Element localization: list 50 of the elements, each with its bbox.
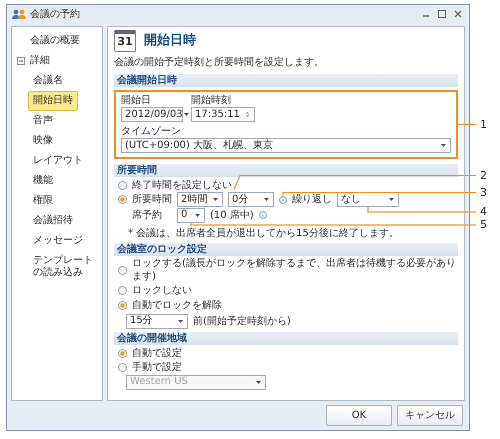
timezone-field[interactable]: (UTC+09:00) 大阪、札幌、東京 (121, 138, 451, 153)
calendar-icon: 31 (114, 30, 136, 52)
field-label: 開始時刻 (191, 94, 232, 107)
radio-label[interactable]: 自動で設定 (132, 346, 182, 360)
sidebar-item[interactable]: テンプレートの読み込み (28, 251, 100, 283)
section-header: 所要時間 (114, 164, 458, 177)
description: 会議の開始予定時刻と所要時間を設定します。 (114, 56, 325, 70)
sidebar-item[interactable]: 詳細 (25, 51, 55, 71)
radio-label[interactable]: 所要時間 (132, 193, 172, 206)
page-title: 開始日時 (144, 32, 196, 50)
repeat-field[interactable]: なし (337, 192, 399, 207)
sidebar-item[interactable]: 機能 (28, 171, 58, 191)
seat-field[interactable]: 0 (177, 208, 205, 222)
radio-label[interactable]: 手動で設定 (132, 360, 182, 374)
unlock-time-field[interactable]: 15分 (126, 314, 188, 328)
ok-button[interactable]: OK (326, 405, 392, 426)
radio-label[interactable]: 終了時間を設定しない (132, 178, 232, 192)
radio-label[interactable]: ロックしない (132, 284, 192, 297)
sidebar-item[interactable]: 会議の概要 (25, 31, 85, 51)
cancel-button[interactable]: キャンセル (397, 405, 463, 426)
callout-number: 3 (480, 186, 487, 198)
sidebar-item[interactable]: メッセージ (28, 231, 88, 251)
sidebar-item[interactable]: 映像 (28, 131, 58, 151)
sidebar-item[interactable]: 開始日時 (28, 91, 78, 111)
sidebar-item[interactable]: 会議名 (28, 71, 68, 91)
radio-label[interactable]: 自動でロックを解除 (132, 299, 222, 312)
section-header: 会議室のロック設定 (114, 243, 458, 256)
callout-number: 2 (480, 170, 487, 182)
sidebar-item[interactable]: 音声 (28, 111, 58, 131)
callout-number: 5 (480, 219, 487, 231)
field-label: タイムゾーン (121, 125, 182, 138)
sidebar-item[interactable]: レイアウト (28, 151, 88, 171)
field-label: 繰り返し (292, 193, 332, 206)
field-suffix: 前(開始予定時刻から) (193, 314, 291, 328)
section-header: 会議の開催地域 (114, 332, 458, 345)
sidebar-item[interactable]: 権限 (28, 191, 58, 211)
field-label: 開始日 (121, 94, 152, 107)
region-field: Western US (126, 374, 266, 390)
section-header: 会議開始日時 (114, 74, 458, 87)
note-text: * 会議は、出席者全員が退出してから15分後に終了します。 (128, 227, 399, 240)
time-field[interactable]: 17:35:11 (191, 107, 255, 122)
callout-number: 1 (480, 118, 487, 130)
sidebar-item[interactable]: 会議招待 (28, 211, 78, 231)
hours-field[interactable]: 2時間 (177, 192, 223, 207)
window-title: 会議の予約 (30, 8, 80, 22)
callout-number: 4 (480, 206, 487, 218)
seat-count: (10 席中) (210, 208, 254, 222)
field-label: 席予約 (132, 208, 163, 222)
minutes-field[interactable]: 0分 (228, 192, 274, 207)
radio-label[interactable]: ロックする(議長がロックを解除するまで、出席者は待機する必要があります) (132, 257, 458, 283)
